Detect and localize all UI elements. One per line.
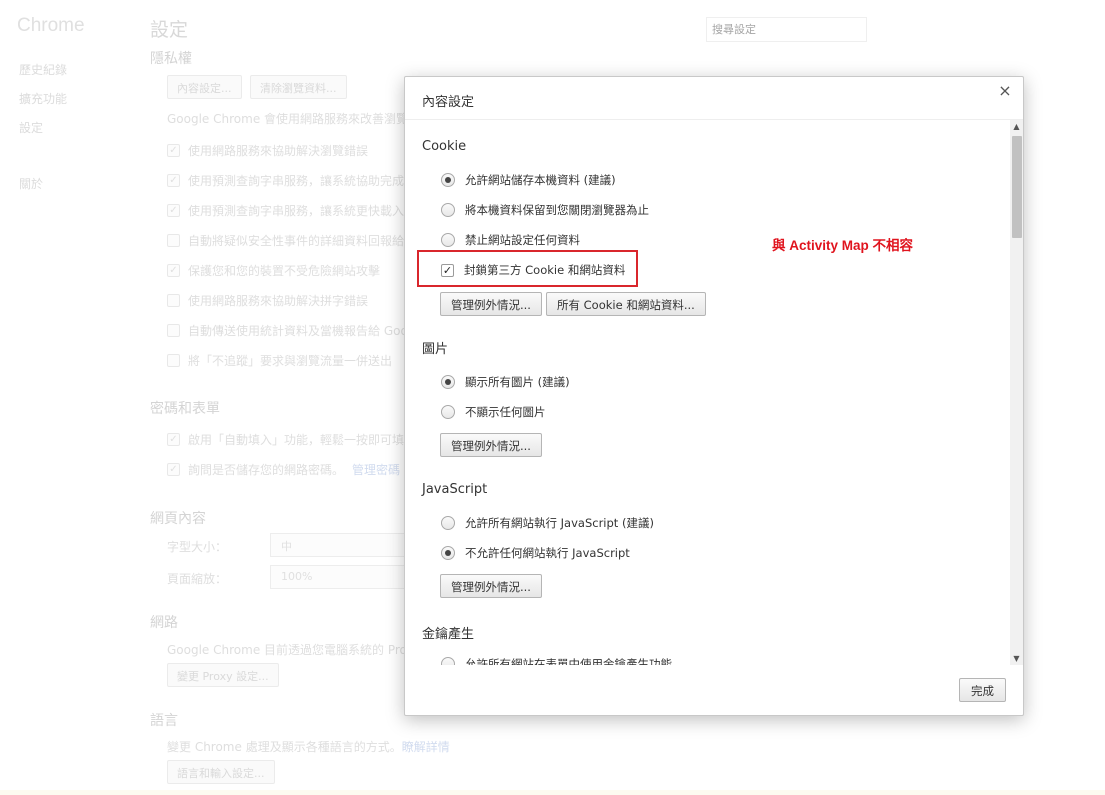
radio-selected-icon — [441, 173, 455, 187]
cookie-session-radio[interactable]: 將本機資料保留到您關閉瀏覽器為止 — [441, 202, 649, 218]
radio-icon — [441, 233, 455, 247]
images-section-title: 圖片 — [422, 342, 449, 357]
key-generation-allow-radio[interactable]: 允許所有網站在表單中使用金鑰產生功能。 — [441, 656, 684, 665]
dialog-scrollbar[interactable]: ▲ ▼ — [1010, 120, 1023, 665]
cookie-allow-radio[interactable]: 允許網站儲存本機資料 (建議) — [441, 172, 616, 188]
dialog-title: 內容設定 — [422, 95, 475, 110]
javascript-manage-exceptions-button[interactable]: 管理例外情況... — [440, 574, 542, 598]
radio-icon — [441, 405, 455, 419]
done-button[interactable]: 完成 — [959, 678, 1006, 702]
images-show-all-radio[interactable]: 顯示所有圖片 (建議) — [441, 374, 570, 390]
javascript-block-radio[interactable]: 不允許任何網站執行 JavaScript — [441, 545, 630, 561]
all-cookies-site-data-button[interactable]: 所有 Cookie 和網站資料... — [546, 292, 706, 316]
radio-icon — [441, 657, 455, 665]
radio-selected-icon — [441, 375, 455, 389]
cookie-block-radio[interactable]: 禁止網站設定任何資料 — [441, 232, 580, 248]
block-third-party-checkbox[interactable]: ✓ 封鎖第三方 Cookie 和網站資料 — [441, 262, 625, 278]
compatibility-annotation: 與 Activity Map 不相容 — [772, 238, 914, 253]
content-settings-dialog: 內容設定 × Cookie 允許網站儲存本機資料 (建議) 將本機資料保留到您關… — [404, 76, 1024, 716]
images-manage-exceptions-button[interactable]: 管理例外情況... — [440, 433, 542, 457]
radio-selected-icon — [441, 546, 455, 560]
dialog-scroll-content[interactable]: Cookie 允許網站儲存本機資料 (建議) 將本機資料保留到您關閉瀏覽器為止 … — [405, 120, 1008, 665]
javascript-section-title: JavaScript — [422, 482, 488, 497]
scroll-down-arrow-icon[interactable]: ▼ — [1010, 652, 1023, 665]
cookie-section-title: Cookie — [422, 139, 467, 154]
checkmark-icon: ✓ — [441, 263, 454, 277]
radio-icon — [441, 203, 455, 217]
bottom-strip — [0, 790, 1105, 795]
radio-icon — [441, 516, 455, 530]
key-generation-section-title: 金鑰產生 — [422, 627, 475, 642]
images-hide-radio[interactable]: 不顯示任何圖片 — [441, 404, 546, 420]
javascript-allow-radio[interactable]: 允許所有網站執行 JavaScript (建議) — [441, 515, 654, 531]
close-icon[interactable]: × — [997, 83, 1013, 99]
cookie-manage-exceptions-button[interactable]: 管理例外情況... — [440, 292, 542, 316]
scroll-up-arrow-icon[interactable]: ▲ — [1010, 120, 1023, 133]
scrollbar-thumb[interactable] — [1012, 136, 1022, 238]
